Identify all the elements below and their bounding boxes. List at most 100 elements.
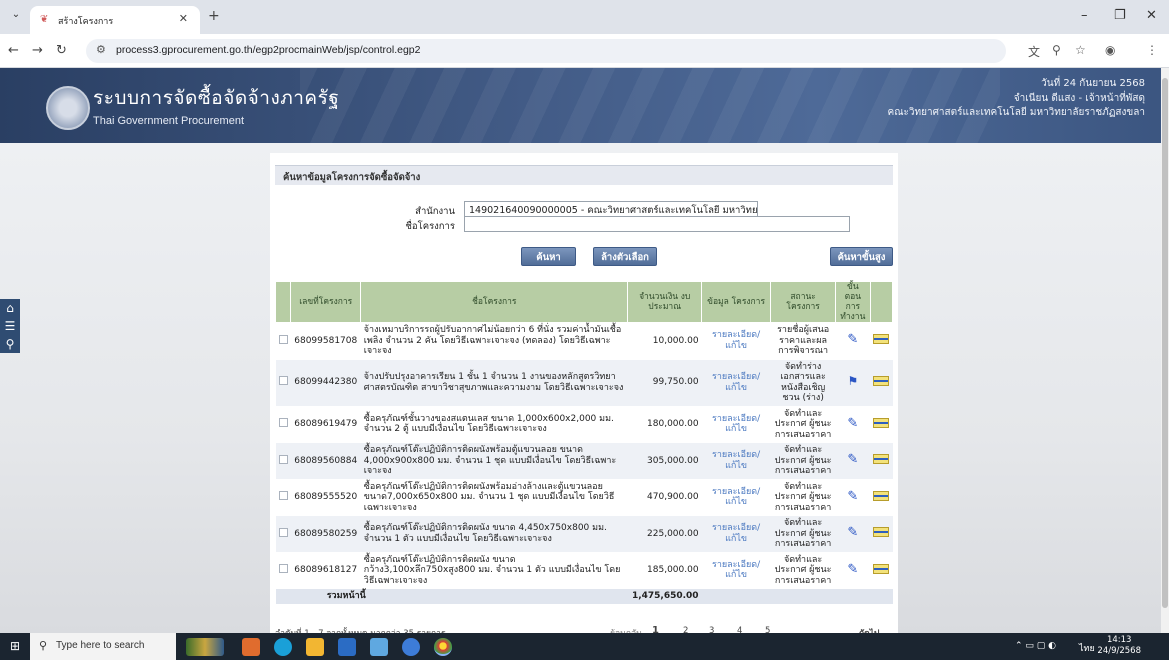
table-row: 68089580259 ซื้อครุภัณฑ์โต๊ะปฏิบัติการติด… [275,515,893,553]
back-icon[interactable]: ← [8,43,19,58]
office-field[interactable]: 149021640090000005 - คณะวิทยาศาสตร์และเท… [464,201,758,217]
forward-icon[interactable]: → [32,43,43,58]
doc-cell [870,552,893,589]
chrome-icon[interactable] [434,638,452,656]
row-checkbox-cell [275,322,291,360]
project-name: จ้างปรับปรุงอาคารเรียน 1 ชั้น 1 จำนวน 1 … [360,359,628,407]
news-widget-icon[interactable] [186,638,224,656]
step-cell: ⚑ [835,359,871,407]
site-title: ระบบการจัดซื้อจัดจ้างภาครัฐ [93,88,340,109]
windows-start-icon[interactable]: ⊞ [10,639,20,653]
taskbar-search[interactable]: ⚲ Type here to search [30,633,176,660]
pen-icon[interactable]: ✎ [847,453,858,465]
document-icon[interactable] [873,563,890,574]
document-icon[interactable] [873,490,890,501]
doc-cell [870,442,893,480]
language-indicator[interactable]: ไทย [1079,641,1095,655]
step-cell: ✎ [835,515,871,553]
window-close-icon[interactable]: ✕ [1146,8,1157,23]
project-budget: 185,000.00 [627,552,702,589]
document-icon[interactable] [873,454,890,464]
doc-cell [870,359,893,407]
document-icon[interactable] [873,417,890,428]
doc-cell [870,479,893,516]
section-title: ค้นหาข้อมูลโครงการจัดซื้อจัดจ้าง [275,165,893,185]
home-icon[interactable]: ⌂ [0,299,20,317]
project-name: ซื้อครุภัณฑ์ชั้นวางของสแตนเลส ขนาด 1,000… [360,406,628,443]
minimize-icon[interactable]: – [1081,8,1088,23]
url-bar[interactable]: ⚙ process3.gprocurement.go.th/egp2procma… [86,39,1006,63]
tab-search-icon[interactable]: ⌄ [8,9,24,25]
page-scrollbar[interactable] [1161,68,1169,633]
row-checkbox[interactable] [278,491,288,500]
site-header: ระบบการจัดซื้อจัดจ้างภาครัฐ Thai Governm… [0,68,1169,143]
pen-icon[interactable]: ✎ [847,417,858,429]
project-number: 68089619479 [290,406,361,443]
pen-icon[interactable]: ✎ [847,526,858,538]
app-icon-1[interactable] [242,638,260,656]
total-row: รวมหน้านี้ 1,475,650.00 [275,588,893,605]
maximize-icon[interactable]: ❐ [1114,8,1126,23]
taskbar-clock[interactable]: 14:13 24/9/2568 [1097,635,1141,657]
search-button[interactable]: ค้นหา [521,247,576,266]
row-checkbox[interactable] [278,527,288,537]
table-row: 68099581708 จ้างเหมาบริการรถผู้ปรับอากาศไ… [275,322,893,360]
doc-cell [870,515,893,553]
reload-icon[interactable]: ↻ [56,43,67,58]
details-edit-link[interactable]: รายละเอียด/ แก้ไข [701,479,771,516]
browser-tab[interactable]: ❦ สร้างโครงการ ✕ [30,6,200,34]
translate-icon[interactable]: 文 [1028,43,1040,60]
scroll-thumb[interactable] [1162,78,1168,608]
details-edit-link[interactable]: รายละเอียด/ แก้ไข [701,552,771,589]
row-checkbox[interactable] [278,454,288,464]
details-edit-link[interactable]: รายละเอียด/ แก้ไข [701,442,771,480]
profile-icon[interactable]: ◉ [1105,43,1115,57]
pen-icon[interactable]: ✎ [847,333,858,345]
advanced-search-button[interactable]: ค้นหาขั้นสูง [830,247,893,266]
file-explorer-icon[interactable] [306,638,324,656]
app-icon-3[interactable] [402,638,420,656]
store-icon[interactable] [338,638,356,656]
step-cell: ✎ [835,406,871,443]
browser-menu-icon[interactable]: ⋮ [1146,43,1158,57]
row-checkbox[interactable] [278,564,288,573]
document-icon[interactable] [873,334,890,344]
select-all-header [274,281,292,323]
document-icon[interactable] [873,527,890,537]
tab-close-icon[interactable]: ✕ [179,12,188,25]
flag-icon[interactable]: ⚑ [847,376,858,387]
menu-icon[interactable]: ☰ [0,317,20,335]
clear-button[interactable]: ล้างตัวเลือก [593,247,657,266]
project-budget: 305,000.00 [627,442,702,480]
new-tab-icon[interactable]: + [208,8,220,24]
search-icon[interactable]: ⚲ [0,335,20,353]
project-status: จัดทำและประกาศ ผู้ชนะการเสนอราคา [770,479,836,516]
app-icon-2[interactable] [370,638,388,656]
bookmark-star-icon[interactable]: ☆ [1075,43,1086,57]
table-row: 68089560884 ซื้อครุภัณฑ์โต๊ะปฏิบัติการติด… [275,442,893,480]
zoom-icon[interactable]: ⚲ [1052,43,1061,57]
details-edit-link[interactable]: รายละเอียด/ แก้ไข [701,406,771,443]
project-budget: 225,000.00 [627,515,702,553]
url-text: process3.gprocurement.go.th/egp2procmain… [116,44,421,56]
edge-icon[interactable] [274,638,292,656]
row-checkbox[interactable] [278,334,288,344]
document-icon[interactable] [873,375,890,386]
tray-icons[interactable]: ⌃ ▭ ▢ ◐ [1015,641,1056,651]
taskbar-search-placeholder: Type here to search [56,640,145,651]
row-checkbox[interactable] [278,376,288,386]
office-label: สำนักงาน [415,206,455,217]
details-edit-link[interactable]: รายละเอียด/ แก้ไข [701,359,771,407]
row-checkbox[interactable] [278,418,288,427]
details-edit-link[interactable]: รายละเอียด/ แก้ไข [701,322,771,360]
site-info-icon[interactable]: ⚙ [96,43,106,56]
clock-date: 24/9/2568 [1097,646,1141,656]
col-step: ขั้นตอน การทำงาน [835,281,871,323]
pen-icon[interactable]: ✎ [847,490,858,502]
project-name-input[interactable] [464,216,850,232]
col-docs [869,281,894,323]
project-status: จัดทำและประกาศ ผู้ชนะการเสนอราคา [770,552,836,589]
details-edit-link[interactable]: รายละเอียด/ แก้ไข [701,515,771,553]
pen-icon[interactable]: ✎ [847,563,858,575]
clock-time: 14:13 [1106,635,1132,645]
